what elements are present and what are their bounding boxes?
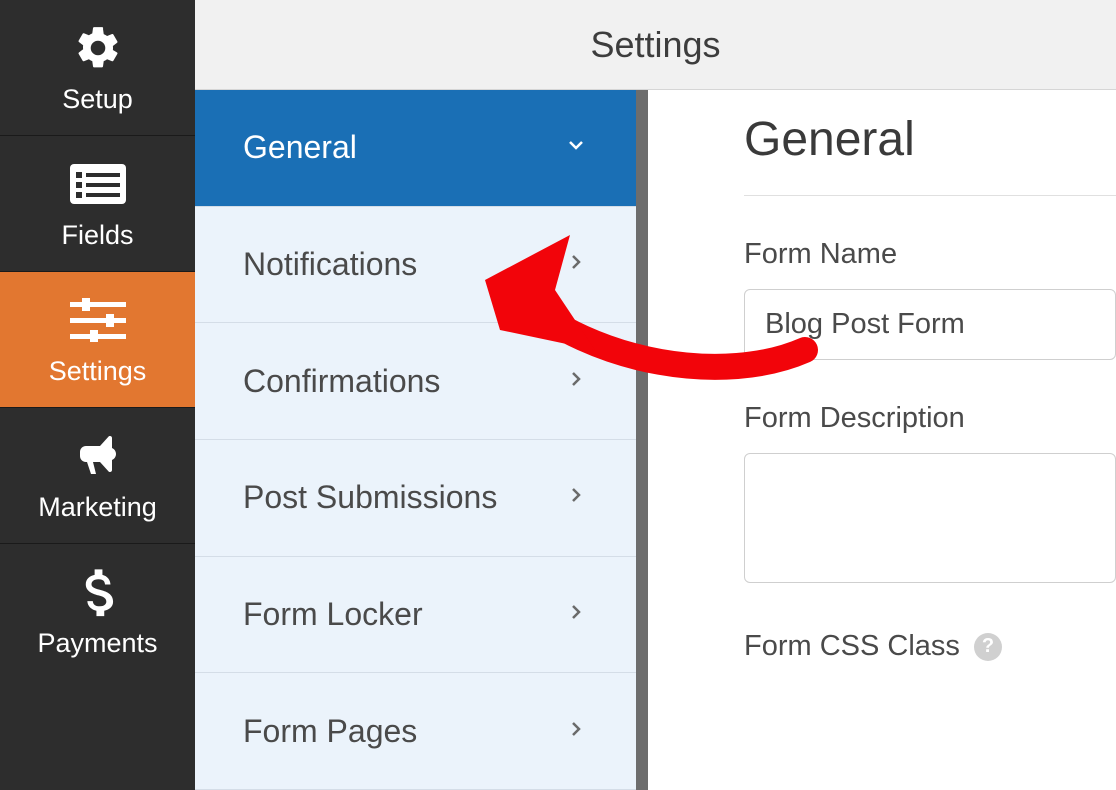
settings-submenu: General Notifications Confirmations (195, 90, 648, 790)
field-group-form-name: Form Name (744, 238, 1116, 360)
nav-item-payments[interactable]: Payments (0, 543, 195, 679)
chevron-right-icon (564, 367, 588, 396)
dollar-icon (81, 566, 115, 618)
menu-item-confirmations[interactable]: Confirmations (195, 323, 636, 440)
form-name-label: Form Name (744, 238, 1116, 271)
panel-title: General (744, 112, 1116, 196)
form-description-label: Form Description (744, 402, 1116, 435)
page-title: Settings (590, 24, 720, 66)
field-group-form-css-class: Form CSS Class ? (744, 630, 1116, 663)
chevron-right-icon (564, 483, 588, 512)
content-panel: General Form Name Form Description Form … (648, 90, 1116, 790)
menu-item-general[interactable]: General (195, 90, 636, 207)
nav-item-marketing[interactable]: Marketing (0, 407, 195, 543)
menu-item-label: Post Submissions (243, 479, 497, 516)
menu-item-form-pages[interactable]: Form Pages (195, 673, 636, 790)
chevron-right-icon (564, 717, 588, 746)
help-icon[interactable]: ? (974, 633, 1002, 661)
nav-label: Fields (61, 220, 133, 251)
menu-item-label: General (243, 129, 357, 166)
chevron-right-icon (564, 600, 588, 629)
field-group-form-description: Form Description (744, 402, 1116, 588)
chevron-down-icon (564, 133, 588, 162)
list-icon (70, 158, 126, 210)
nav-item-fields[interactable]: Fields (0, 135, 195, 271)
main-area: Settings General Notifications (195, 0, 1116, 790)
form-css-class-label: Form CSS Class (744, 630, 960, 663)
form-name-input[interactable] (744, 289, 1116, 360)
menu-item-notifications[interactable]: Notifications (195, 207, 636, 324)
nav-label: Setup (62, 84, 133, 115)
nav-label: Payments (37, 628, 157, 659)
left-sidebar: Setup Fields (0, 0, 195, 790)
gear-icon (73, 22, 123, 74)
menu-item-label: Form Locker (243, 596, 423, 633)
main-body: General Notifications Confirmations (195, 90, 1116, 790)
menu-item-label: Notifications (243, 246, 417, 283)
menu-item-form-locker[interactable]: Form Locker (195, 557, 636, 674)
chevron-right-icon (564, 250, 588, 279)
sliders-icon (70, 294, 126, 346)
menu-item-label: Form Pages (243, 713, 417, 750)
nav-label: Marketing (38, 492, 157, 523)
nav-label: Settings (49, 356, 147, 387)
menu-item-post-submissions[interactable]: Post Submissions (195, 440, 636, 557)
nav-item-settings[interactable]: Settings (0, 271, 195, 407)
menu-item-label: Confirmations (243, 363, 440, 400)
top-header: Settings (195, 0, 1116, 90)
nav-item-setup[interactable]: Setup (0, 0, 195, 135)
bullhorn-icon (71, 430, 125, 482)
form-description-input[interactable] (744, 453, 1116, 583)
